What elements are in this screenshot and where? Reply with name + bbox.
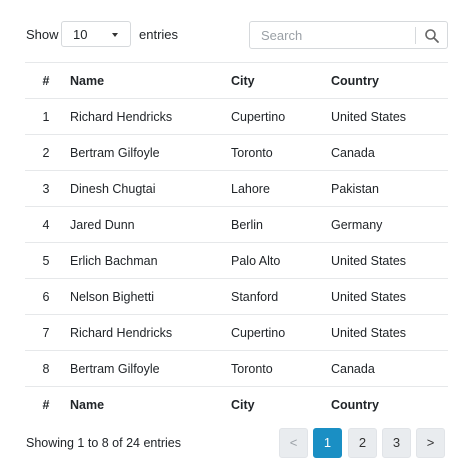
column-header-name[interactable]: Name [67, 62, 231, 99]
cell-city: Stanford [231, 278, 331, 315]
data-table: # Name City Country 1 Richard Hendricks … [25, 62, 448, 422]
column-header-city[interactable]: City [231, 62, 331, 99]
cell-country: United States [331, 242, 448, 279]
cell-country: Canada [331, 350, 448, 387]
column-header-number[interactable]: # [25, 62, 67, 99]
cell-number: 8 [25, 350, 67, 387]
cell-city: Lahore [231, 170, 331, 207]
table-row: 6 Nelson Bighetti Stanford United States [25, 278, 448, 315]
table-row: 4 Jared Dunn Berlin Germany [25, 206, 448, 243]
page-button-2[interactable]: 2 [348, 428, 377, 458]
cell-city: Cupertino [231, 314, 331, 351]
cell-name: Jared Dunn [67, 206, 231, 243]
cell-number: 3 [25, 170, 67, 207]
cell-name: Dinesh Chugtai [67, 170, 231, 207]
table-info: Showing 1 to 8 of 24 entries [26, 436, 181, 450]
cell-name: Nelson Bighetti [67, 278, 231, 315]
entries-per-page-select[interactable]: 10 [61, 21, 131, 47]
search-input[interactable] [251, 23, 421, 47]
cell-name: Bertram Gilfoyle [67, 350, 231, 387]
caret-down-icon [112, 33, 118, 37]
footer-header-city: City [231, 386, 331, 422]
entries-label: entries [139, 27, 179, 42]
cell-number: 2 [25, 134, 67, 171]
previous-page-button[interactable]: < [279, 428, 308, 458]
cell-country: Germany [331, 206, 448, 243]
cell-country: United States [331, 278, 448, 315]
column-header-country[interactable]: Country [331, 62, 448, 99]
search-icon[interactable] [424, 28, 440, 44]
cell-city: Toronto [231, 350, 331, 387]
table-row: 3 Dinesh Chugtai Lahore Pakistan [25, 170, 448, 207]
footer-header-number: # [25, 386, 67, 422]
cell-number: 5 [25, 242, 67, 279]
cell-number: 6 [25, 278, 67, 315]
cell-number: 1 [25, 98, 67, 135]
table-footer: # Name City Country [25, 386, 448, 422]
table-row: 1 Richard Hendricks Cupertino United Sta… [25, 98, 448, 135]
table-controls: Show 10 entries [0, 0, 474, 70]
entries-per-page-value: 10 [73, 27, 88, 42]
cell-country: United States [331, 98, 448, 135]
page-button-3[interactable]: 3 [382, 428, 411, 458]
search-divider [415, 27, 416, 44]
search-box [249, 21, 448, 49]
cell-city: Palo Alto [231, 242, 331, 279]
footer-header-name: Name [67, 386, 231, 422]
table-row: 5 Erlich Bachman Palo Alto United States [25, 242, 448, 279]
cell-city: Cupertino [231, 98, 331, 135]
cell-number: 7 [25, 314, 67, 351]
cell-name: Erlich Bachman [67, 242, 231, 279]
cell-name: Richard Hendricks [67, 98, 231, 135]
footer-header-country: Country [331, 386, 448, 422]
table-body: 1 Richard Hendricks Cupertino United Sta… [25, 98, 448, 387]
cell-name: Bertram Gilfoyle [67, 134, 231, 171]
cell-country: Canada [331, 134, 448, 171]
cell-country: United States [331, 314, 448, 351]
table-row: 8 Bertram Gilfoyle Toronto Canada [25, 350, 448, 387]
cell-city: Toronto [231, 134, 331, 171]
cell-country: Pakistan [331, 170, 448, 207]
next-page-button[interactable]: > [416, 428, 445, 458]
page-button-1[interactable]: 1 [313, 428, 342, 458]
cell-name: Richard Hendricks [67, 314, 231, 351]
cell-city: Berlin [231, 206, 331, 243]
table-row: 7 Richard Hendricks Cupertino United Sta… [25, 314, 448, 351]
table-row: 2 Bertram Gilfoyle Toronto Canada [25, 134, 448, 171]
table-header: # Name City Country [25, 62, 448, 99]
show-label: Show [26, 27, 59, 42]
cell-number: 4 [25, 206, 67, 243]
